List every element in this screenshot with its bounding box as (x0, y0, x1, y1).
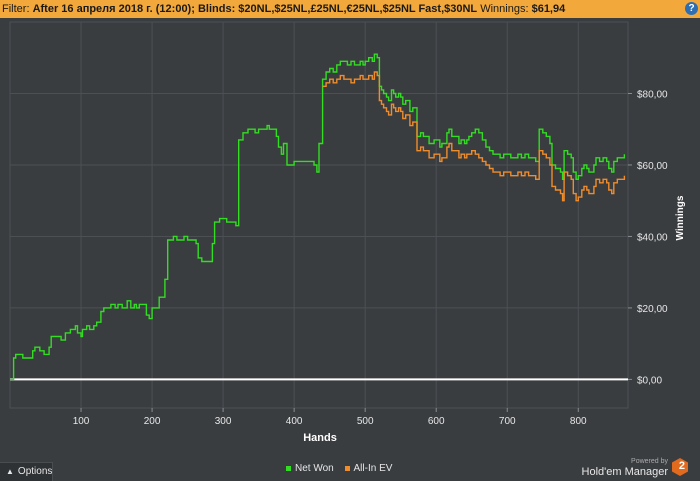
y-tick-label: $20,00 (637, 304, 668, 315)
legend-label: Net Won (295, 463, 334, 474)
filter-winnings-label: Winnings: (480, 3, 529, 15)
hm-logo-number: 2 (678, 460, 685, 472)
y-tick-label: $60,00 (637, 161, 668, 172)
legend-swatch (344, 465, 350, 471)
grid (9, 21, 629, 409)
x-tick-label: 100 (73, 416, 90, 427)
plot-frame (9, 21, 629, 409)
filter-winnings: $61,94 (531, 3, 566, 15)
legend: Net Won All-In EV (286, 463, 400, 474)
x-axis-label: Hands (303, 432, 337, 444)
series-net-won-line (10, 53, 626, 381)
x-tick-label: 300 (215, 416, 232, 427)
filter-blinds: $20NL,$25NL,£25NL,€25NL,$25NL Fast,$30NL (238, 3, 478, 15)
y-tick-label: $80,00 (637, 89, 668, 100)
x-tick-label: 800 (570, 416, 587, 427)
y-axis-label: Winnings (675, 195, 686, 240)
legend-label: All-In EV (353, 463, 393, 474)
help-icon[interactable]: ? (685, 2, 698, 15)
filter-prefix: Filter: (2, 3, 30, 15)
x-tick-label: 500 (357, 416, 374, 427)
filter-bar: Filter: After 16 апреля 2018 г. (12:00);… (0, 0, 700, 18)
legend-swatch (286, 465, 291, 471)
brand-name: Hold'em Manager (581, 466, 668, 478)
winnings-chart: 100 200 300 400 500 600 700 800 $0,00 $20,00 $40,0… (9, 21, 686, 444)
series-all-in-ev-line (322, 71, 626, 202)
filter-blinds-label: Blinds: (197, 3, 236, 15)
x-tick-label: 700 (499, 416, 516, 427)
chevron-up-icon: ▲ (6, 467, 14, 476)
series-lines (10, 53, 626, 381)
y-tick-label: $40,00 (637, 232, 668, 243)
x-tick-label: 200 (144, 416, 161, 427)
legend-item-net-won[interactable]: Net Won (286, 463, 334, 474)
legend-item-all-in-ev[interactable]: All-In EV (344, 463, 393, 474)
options-label: Options (17, 466, 53, 477)
brand-block: Powered by Hold'em Manager (582, 456, 668, 478)
y-tick-label: $0,00 (637, 375, 662, 386)
options-button[interactable]: ▲ Options (0, 462, 53, 481)
x-tick-label: 600 (428, 416, 445, 427)
filter-date: After 16 апреля 2018 г. (12:00); (32, 3, 195, 15)
x-tick-label: 400 (286, 416, 303, 427)
